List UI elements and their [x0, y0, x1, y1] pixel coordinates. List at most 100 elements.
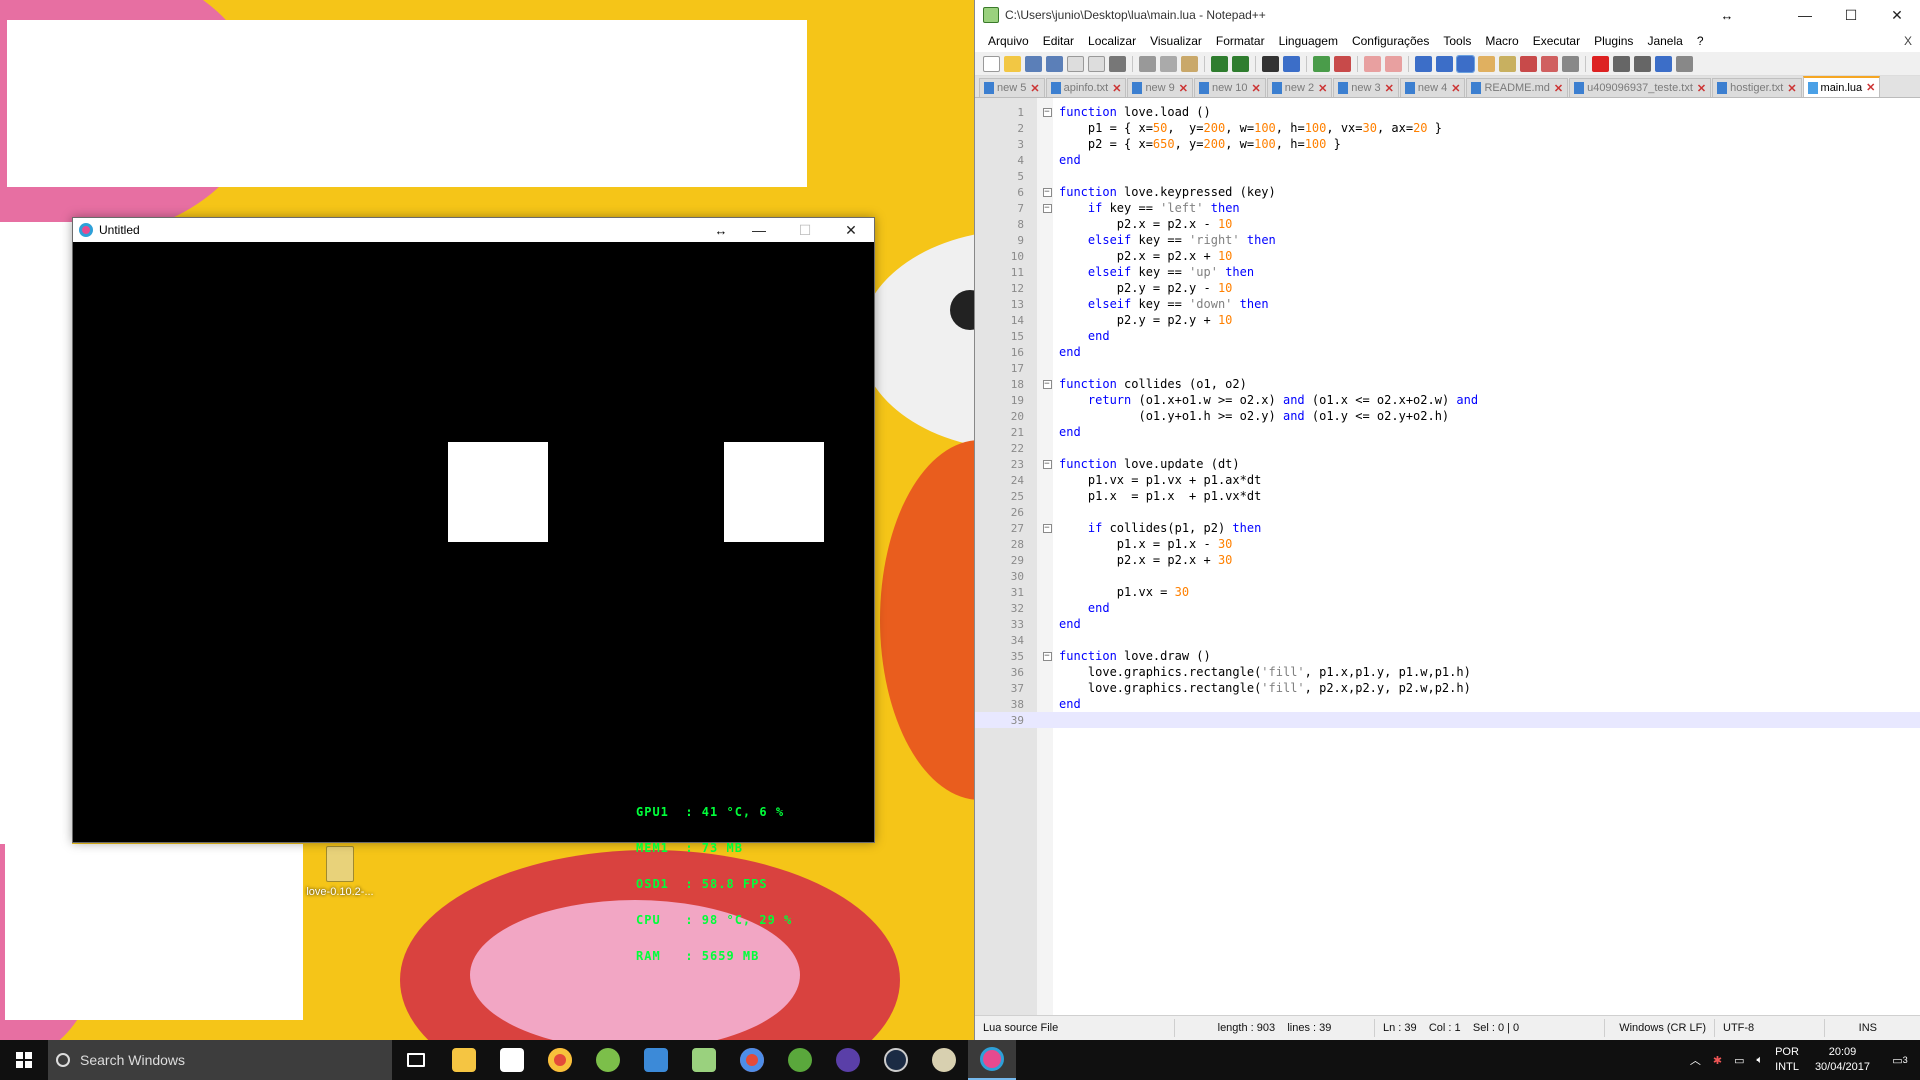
code-line[interactable]: 35 − function love.draw () [975, 648, 1920, 664]
tab-new-5[interactable]: new 5 ✕ [979, 78, 1045, 97]
code-line[interactable]: 37 love.graphics.rectangle('fill', p2.x,… [975, 680, 1920, 696]
code-line[interactable]: 33 end [975, 616, 1920, 632]
menu-help[interactable]: ? [1690, 34, 1711, 48]
sync-horizontal-icon[interactable] [1385, 55, 1402, 72]
taskbar-app-purple[interactable] [824, 1040, 872, 1080]
run-macro-multiple-icon[interactable] [1655, 55, 1672, 72]
zoom-in-icon[interactable] [1313, 55, 1330, 72]
minimize-button[interactable]: — [1782, 0, 1828, 30]
menu-editar[interactable]: Editar [1036, 34, 1081, 48]
save-macro-icon[interactable] [1676, 55, 1693, 72]
code-line[interactable]: 28 p1.x = p1.x - 30 [975, 536, 1920, 552]
code-line[interactable]: 39 [975, 712, 1920, 728]
folder-workspace-icon[interactable] [1541, 55, 1558, 72]
code-line[interactable]: 29 p2.x = p2.x + 30 [975, 552, 1920, 568]
menu-formatar[interactable]: Formatar [1209, 34, 1272, 48]
code-line[interactable]: 2 p1 = { x=50, y=200, w=100, h=100, vx=3… [975, 120, 1920, 136]
close-all-icon[interactable] [1088, 55, 1105, 72]
start-button[interactable] [0, 1040, 48, 1080]
minimize-button[interactable]: — [736, 218, 782, 242]
fold-minus-icon[interactable]: − [1039, 187, 1055, 197]
play-macro-icon[interactable] [1634, 55, 1651, 72]
fold-minus-icon[interactable]: − [1039, 203, 1055, 213]
taskbar-steam[interactable] [872, 1040, 920, 1080]
menu-localizar[interactable]: Localizar [1081, 34, 1143, 48]
taskbar-notepad-plus-plus[interactable] [680, 1040, 728, 1080]
code-line[interactable]: 32 end [975, 600, 1920, 616]
new-file-icon[interactable] [983, 55, 1000, 72]
code-line[interactable]: 10 p2.x = p2.x + 10 [975, 248, 1920, 264]
code-line[interactable]: 4 end [975, 152, 1920, 168]
show-all-chars-icon[interactable] [1436, 55, 1453, 72]
notepad-plus-plus-window[interactable]: C:\Users\junio\Desktop\lua\main.lua - No… [974, 0, 1920, 1040]
user-language-icon[interactable] [1478, 55, 1495, 72]
taskbar-love[interactable] [968, 1040, 1016, 1080]
code-line[interactable]: 30 [975, 568, 1920, 584]
task-view-button[interactable] [392, 1040, 440, 1080]
menu-macro[interactable]: Macro [1478, 34, 1525, 48]
menu-tools[interactable]: Tools [1436, 34, 1478, 48]
code-line[interactable]: 18 − function collides (o1, o2) [975, 376, 1920, 392]
code-line[interactable]: 36 love.graphics.rectangle('fill', p1.x,… [975, 664, 1920, 680]
code-line[interactable]: 6 − function love.keypressed (key) [975, 184, 1920, 200]
taskbar-utorrent[interactable] [776, 1040, 824, 1080]
tab-close-icon[interactable]: ✕ [1179, 82, 1188, 95]
code-line[interactable]: 14 p2.y = p2.y + 10 [975, 312, 1920, 328]
maximize-button[interactable]: ☐ [1828, 0, 1874, 30]
action-center-button[interactable]: ▭ 3 [1880, 1040, 1920, 1080]
code-line[interactable]: 5 [975, 168, 1920, 184]
tab-main-lua[interactable]: main.lua ✕ [1802, 76, 1881, 97]
menu-configuracoes[interactable]: Configurações [1345, 34, 1436, 48]
menu-visualizar[interactable]: Visualizar [1143, 34, 1209, 48]
fold-minus-icon[interactable]: − [1039, 651, 1055, 661]
menu-executar[interactable]: Executar [1526, 34, 1587, 48]
code-line[interactable]: 8 p2.x = p2.x - 10 [975, 216, 1920, 232]
tab-new-9[interactable]: new 9 ✕ [1127, 78, 1194, 97]
cut-icon[interactable] [1139, 55, 1156, 72]
battery-icon[interactable]: ▭ [1728, 1054, 1750, 1067]
tab-close-icon[interactable]: ✕ [1554, 82, 1563, 95]
code-line[interactable]: 7 − if key == 'left' then [975, 200, 1920, 216]
clock[interactable]: 20:09 30/04/2017 [1805, 1045, 1880, 1075]
tab-u409096937-teste[interactable]: u409096937_teste.txt ✕ [1569, 78, 1712, 97]
indent-guide-icon[interactable] [1456, 54, 1475, 73]
tab-close-icon[interactable]: ✕ [1866, 81, 1875, 94]
tab-close-icon[interactable]: ✕ [1697, 82, 1706, 95]
desktop-icon-love-folder[interactable]: love-0.10.2-... [300, 846, 380, 898]
code-line[interactable]: 12 p2.y = p2.y - 10 [975, 280, 1920, 296]
tab-new-3[interactable]: new 3 ✕ [1333, 78, 1399, 97]
code-text-area[interactable]: 1− function love.load () 2 p1 = { x=50, y=… [975, 104, 1920, 728]
doc-map-icon[interactable] [1499, 55, 1516, 72]
function-list-icon[interactable] [1520, 55, 1537, 72]
fold-minus-icon[interactable]: − [1039, 523, 1055, 533]
volume-icon[interactable]: 🔈︎ [1750, 1054, 1769, 1067]
code-line[interactable]: 1 − function love.load () [975, 104, 1920, 120]
sync-vertical-icon[interactable] [1364, 55, 1381, 72]
taskbar-android-studio[interactable] [584, 1040, 632, 1080]
print-icon[interactable] [1109, 55, 1126, 72]
game-canvas[interactable]: GPU1 : 41 °C, 6 % MEM1 : 73 MB OSD1 : 58… [73, 242, 874, 962]
copy-icon[interactable] [1160, 55, 1177, 72]
code-line[interactable]: 11 elseif key == 'up' then [975, 264, 1920, 280]
code-line[interactable]: 31 p1.vx = 30 [975, 584, 1920, 600]
taskbar-search-box[interactable]: Search Windows [48, 1040, 392, 1080]
code-line[interactable]: 25 p1.x = p1.x + p1.vx*dt [975, 488, 1920, 504]
save-all-icon[interactable] [1046, 55, 1063, 72]
close-button[interactable]: ✕ [1874, 0, 1920, 30]
taskbar-file-explorer[interactable] [440, 1040, 488, 1080]
code-line[interactable]: 22 [975, 440, 1920, 456]
code-line[interactable]: 34 [975, 632, 1920, 648]
replace-icon[interactable] [1283, 55, 1300, 72]
close-button[interactable]: ✕ [828, 218, 874, 242]
status-insert-mode[interactable]: INS [1825, 1019, 1885, 1037]
close-document-button[interactable]: X [1904, 34, 1920, 48]
network-alert-icon[interactable]: ✱ [1707, 1054, 1728, 1067]
code-line[interactable]: 15 end [975, 328, 1920, 344]
zoom-out-icon[interactable] [1334, 55, 1351, 72]
undo-icon[interactable] [1211, 55, 1228, 72]
monitoring-icon[interactable] [1562, 55, 1579, 72]
code-editor[interactable]: 1− function love.load () 2 p1 = { x=50, y=… [975, 98, 1920, 1015]
save-icon[interactable] [1025, 55, 1042, 72]
code-line[interactable]: 17 [975, 360, 1920, 376]
code-line[interactable]: 3 p2 = { x=650, y=200, w=100, h=100 } [975, 136, 1920, 152]
